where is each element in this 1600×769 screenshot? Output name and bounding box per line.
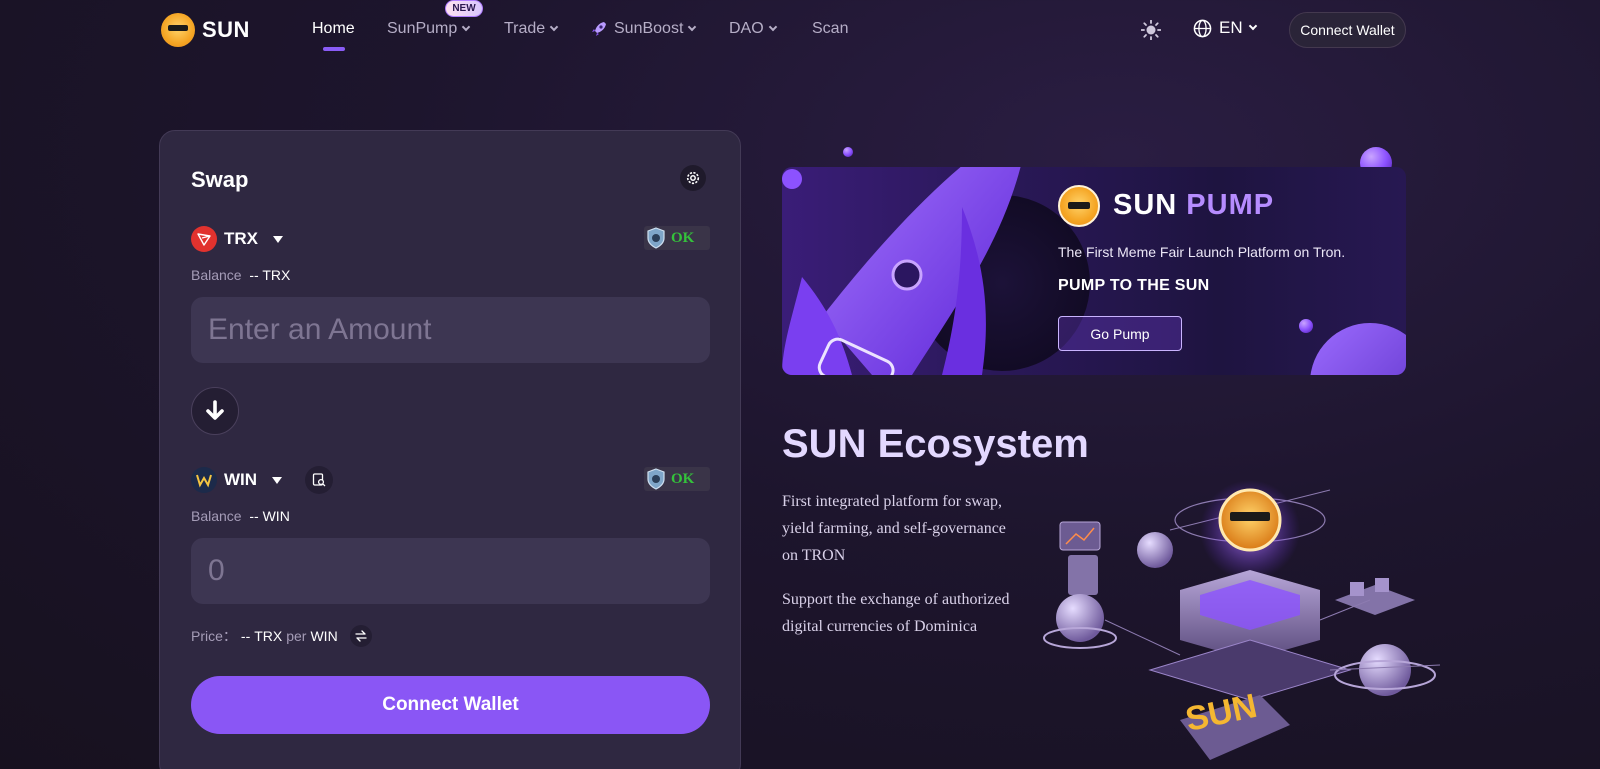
nav-item-label: Trade bbox=[504, 20, 546, 37]
ecosystem-illustration: SUN bbox=[1043, 480, 1441, 760]
balance-label: Balance bbox=[191, 508, 242, 524]
price-row: Price： -- TRX per WIN bbox=[191, 625, 372, 647]
nav-item-label: SunBoost bbox=[614, 20, 684, 37]
nav-item-dao[interactable]: DAO bbox=[729, 20, 777, 38]
banner-title-sun: SUN bbox=[1113, 189, 1178, 221]
nav-item-scan[interactable]: Scan bbox=[812, 20, 848, 38]
price-value: -- bbox=[240, 628, 251, 644]
chevron-down-icon bbox=[688, 22, 697, 32]
caret-down-icon bbox=[273, 235, 283, 243]
to-balance: Balance -- WIN bbox=[191, 508, 290, 524]
theme-toggle-sun-icon[interactable] bbox=[1141, 20, 1161, 40]
arrow-down-icon bbox=[206, 400, 224, 420]
go-pump-button[interactable]: Go Pump bbox=[1058, 316, 1182, 351]
verified-ok-badge: OK bbox=[644, 226, 710, 250]
brand-name: SUN bbox=[202, 17, 250, 42]
ecosystem-description-2: Support the exchange of authorized digit… bbox=[782, 591, 1010, 635]
nav-item-sunpump[interactable]: SunPump bbox=[387, 20, 471, 38]
from-amount-input[interactable]: Enter an Amount bbox=[191, 297, 710, 363]
balance-label: Balance bbox=[191, 267, 242, 283]
balance-value: -- TRX bbox=[249, 267, 291, 283]
header-connect-wallet-button[interactable]: Connect Wallet bbox=[1289, 12, 1406, 48]
amount-placeholder: Enter an Amount bbox=[208, 313, 432, 346]
price-base-token: TRX bbox=[254, 628, 283, 644]
verified-ok-badge: OK bbox=[644, 467, 710, 491]
from-token-symbol: TRX bbox=[224, 229, 258, 248]
price-per: per bbox=[286, 628, 307, 644]
nav-item-trade[interactable]: Trade bbox=[504, 20, 559, 38]
nav-item-home[interactable]: Home bbox=[312, 20, 355, 38]
balance-value: -- WIN bbox=[249, 508, 290, 524]
shield-check-icon bbox=[647, 468, 665, 490]
sunpump-banner[interactable]: SUN PUMP The First Meme Fair Launch Plat… bbox=[782, 167, 1406, 375]
to-amount-input[interactable]: 0 bbox=[191, 538, 710, 604]
win-token-icon bbox=[191, 467, 217, 493]
banner-tagline: PUMP TO THE SUN bbox=[1058, 277, 1210, 294]
banner-title-pump: PUMP bbox=[1186, 189, 1275, 221]
sun-logo-icon bbox=[161, 13, 195, 47]
price-label: Price： bbox=[191, 628, 237, 644]
price-quote-token: WIN bbox=[310, 628, 338, 644]
banner-subtitle: The First Meme Fair Launch Platform on T… bbox=[1058, 244, 1346, 260]
sunpump-logo-icon bbox=[1058, 185, 1100, 227]
ok-label: OK bbox=[671, 470, 695, 487]
banner-planet bbox=[1310, 323, 1406, 375]
nav-item-sunboost[interactable]: SunBoost bbox=[590, 20, 697, 38]
banner-title: SUN PUMP bbox=[1113, 189, 1274, 222]
document-search-icon bbox=[312, 473, 326, 487]
new-badge: NEW bbox=[445, 0, 483, 17]
chevron-down-icon bbox=[1248, 21, 1257, 31]
language-label: EN bbox=[1219, 18, 1243, 37]
nav-item-label: Home bbox=[312, 20, 355, 37]
chevron-down-icon bbox=[462, 22, 471, 32]
decor-sphere bbox=[843, 147, 853, 157]
connect-wallet-button[interactable]: Connect Wallet bbox=[191, 676, 710, 734]
trx-token-icon bbox=[191, 226, 217, 252]
swap-card: Swap TRX OK Balance -- TRX Enter an Amou… bbox=[159, 130, 741, 769]
top-navigation: SUN Home SunPump NEW Trade SunBoost DAO … bbox=[0, 0, 1600, 62]
globe-icon bbox=[1193, 19, 1212, 37]
swap-arrows-icon bbox=[355, 630, 367, 642]
invert-price-button[interactable] bbox=[349, 625, 372, 647]
decor-sphere bbox=[1299, 319, 1313, 333]
active-nav-indicator bbox=[323, 47, 345, 51]
ecosystem-title: SUN Ecosystem bbox=[782, 422, 1089, 466]
rocket-icon bbox=[592, 22, 606, 36]
to-token-selector[interactable]: WIN bbox=[191, 466, 334, 494]
language-selector[interactable]: EN bbox=[1193, 18, 1257, 38]
from-balance: Balance -- TRX bbox=[191, 267, 290, 283]
to-token-symbol: WIN bbox=[224, 470, 258, 489]
nav-item-label: Scan bbox=[812, 20, 849, 37]
caret-down-icon bbox=[272, 476, 283, 484]
token-info-button[interactable] bbox=[305, 466, 334, 494]
ok-label: OK bbox=[671, 229, 695, 246]
switch-direction-button[interactable] bbox=[191, 387, 239, 435]
chevron-down-icon bbox=[768, 22, 777, 32]
gear-icon bbox=[686, 171, 700, 185]
rocket-illustration bbox=[782, 167, 1021, 375]
ecosystem-description-1: First integrated platform for swap, yiel… bbox=[782, 493, 1006, 564]
settings-button[interactable] bbox=[680, 165, 706, 191]
amount-value: 0 bbox=[208, 554, 225, 587]
chevron-down-icon bbox=[549, 22, 559, 32]
shield-check-icon bbox=[647, 227, 665, 249]
nav-item-label: DAO bbox=[729, 20, 764, 37]
brand-logo[interactable]: SUN bbox=[161, 13, 250, 47]
nav-item-label: SunPump bbox=[387, 20, 458, 37]
swap-title: Swap bbox=[191, 167, 249, 192]
from-token-selector[interactable]: TRX bbox=[191, 226, 283, 252]
